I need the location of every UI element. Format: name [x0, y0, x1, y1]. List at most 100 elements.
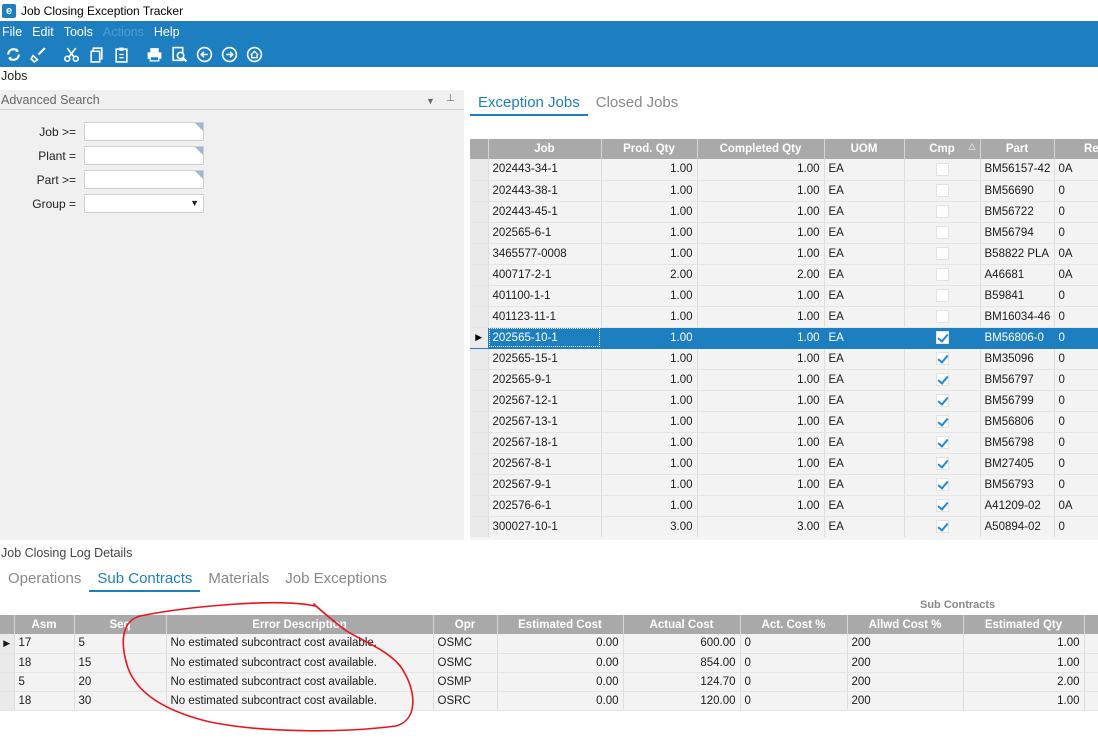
print-icon[interactable] [143, 44, 165, 66]
row-selector[interactable] [470, 411, 489, 433]
column-header-act-cost-pct[interactable]: Act. Cost % [740, 615, 848, 634]
cell-cmp[interactable] [904, 411, 981, 433]
cell-prod-qty[interactable]: 1.00 [601, 369, 698, 391]
cell-part[interactable]: BM56722 [980, 201, 1055, 223]
cell-overflow[interactable] [1084, 672, 1098, 692]
cell-completed-qty[interactable]: 1.00 [697, 411, 825, 433]
cell-cmp[interactable] [904, 201, 981, 223]
table-row[interactable]: 202443-45-1 1.00 1.00 EA BM56722 0 [470, 201, 1098, 223]
menu-tools[interactable]: Tools [64, 25, 93, 39]
back-icon[interactable] [193, 44, 215, 66]
cmp-checkbox[interactable] [935, 394, 949, 407]
cell-cmp[interactable] [904, 348, 981, 370]
cell-job[interactable]: 3465577-0008 [488, 243, 602, 265]
cell-overflow[interactable] [1084, 691, 1098, 711]
cell-opr[interactable]: OSMC [433, 634, 498, 654]
cell-completed-qty[interactable]: 3.00 [697, 516, 825, 537]
cell-completed-qty[interactable]: 1.00 [697, 495, 825, 517]
cell-rev[interactable]: 0 [1054, 453, 1098, 475]
row-selector[interactable] [470, 495, 489, 517]
cell-completed-qty[interactable]: 1.00 [697, 201, 825, 223]
cell-rev[interactable]: 0 [1054, 390, 1098, 412]
cell-part[interactable]: A41209-02 [980, 495, 1055, 517]
cell-completed-qty[interactable]: 1.00 [697, 327, 825, 349]
column-header-seq[interactable]: Seq [74, 615, 167, 634]
tab-job-exceptions[interactable]: Job Exceptions [277, 568, 395, 592]
cell-job[interactable]: 202576-6-1 [488, 495, 602, 517]
cell-job[interactable]: 300027-10-1 [488, 516, 602, 537]
cmp-checkbox[interactable] [935, 415, 949, 428]
cell-cmp[interactable] [904, 264, 981, 286]
row-selector[interactable] [470, 285, 489, 307]
table-row[interactable]: 202576-6-1 1.00 1.00 EA A41209-02 0A [470, 495, 1098, 517]
table-row[interactable]: 5 20 No estimated subcontract cost availab… [0, 672, 1098, 692]
row-selector[interactable] [470, 222, 489, 244]
cell-completed-qty[interactable]: 1.00 [697, 390, 825, 412]
row-selector[interactable] [470, 516, 489, 537]
cell-completed-qty[interactable]: 1.00 [697, 285, 825, 307]
row-selector[interactable]: ▶ [470, 327, 489, 349]
cell-job[interactable]: 202567-18-1 [488, 432, 602, 454]
table-row[interactable]: 401100-1-1 1.00 1.00 EA B59841 0 [470, 285, 1098, 307]
column-header-estimated-cost[interactable]: Estimated Cost [497, 615, 624, 634]
column-header-prod-qty[interactable]: Prod. Qty [601, 139, 698, 159]
job-search-input[interactable] [84, 122, 204, 141]
cell-error-description[interactable]: No estimated subcontract cost available. [166, 691, 434, 711]
cell-prod-qty[interactable]: 1.00 [601, 243, 698, 265]
refresh-icon[interactable] [2, 44, 24, 66]
cell-job[interactable]: 202567-9-1 [488, 474, 602, 496]
cell-completed-qty[interactable]: 1.00 [697, 369, 825, 391]
table-row[interactable]: 401123-11-1 1.00 1.00 EA BM16034-46 0 [470, 306, 1098, 328]
cell-cmp[interactable] [904, 180, 981, 202]
cell-completed-qty[interactable]: 2.00 [697, 264, 825, 286]
cell-cmp[interactable] [904, 222, 981, 244]
cell-completed-qty[interactable]: 1.00 [697, 222, 825, 244]
cell-rev[interactable]: 0 [1054, 285, 1098, 307]
column-header-uom[interactable]: UOM [824, 139, 905, 159]
cell-rev[interactable]: 0 [1054, 201, 1098, 223]
cut-icon[interactable] [60, 44, 82, 66]
column-header-asm[interactable]: Asm [14, 615, 75, 634]
table-row[interactable]: 3465577-0008 1.00 1.00 EA B58822 PLA 0A [470, 243, 1098, 265]
cell-rev[interactable]: 0 [1054, 306, 1098, 328]
menu-file[interactable]: File [2, 25, 22, 39]
cell-part[interactable]: BM35096 [980, 348, 1055, 370]
cell-job[interactable]: 401100-1-1 [488, 285, 602, 307]
table-row[interactable]: 202565-9-1 1.00 1.00 EA BM56797 0 [470, 369, 1098, 391]
cmp-checkbox[interactable] [935, 373, 949, 386]
table-row[interactable]: 202443-38-1 1.00 1.00 EA BM56690 0 [470, 180, 1098, 202]
cell-seq[interactable]: 15 [74, 653, 167, 673]
row-selector[interactable] [470, 390, 489, 412]
cell-rev[interactable]: 0 [1054, 516, 1098, 537]
cell-part[interactable]: A46681 [980, 264, 1055, 286]
cell-job[interactable]: 400717-2-1 [488, 264, 602, 286]
cell-allwd-cost-pct[interactable]: 200 [847, 634, 964, 654]
cell-prod-qty[interactable]: 1.00 [601, 474, 698, 496]
cell-job[interactable]: 202565-6-1 [488, 222, 602, 244]
cell-act-cost-pct[interactable]: 0 [740, 672, 848, 692]
cell-uom[interactable]: EA [824, 453, 905, 475]
cell-allwd-cost-pct[interactable]: 200 [847, 691, 964, 711]
cell-part[interactable]: BM56690 [980, 180, 1055, 202]
cell-job[interactable]: 202567-8-1 [488, 453, 602, 475]
cell-allwd-cost-pct[interactable]: 200 [847, 672, 964, 692]
cell-cmp[interactable] [904, 495, 981, 517]
cell-rev[interactable]: 0 [1054, 432, 1098, 454]
cell-rev[interactable]: 0A [1054, 495, 1098, 517]
cell-error-description[interactable]: No estimated subcontract cost available. [166, 653, 434, 673]
cell-uom[interactable]: EA [824, 516, 905, 537]
column-header-opr[interactable]: Opr [433, 615, 498, 634]
table-row[interactable]: 202567-13-1 1.00 1.00 EA BM56806 0 [470, 411, 1098, 433]
cell-act-cost-pct[interactable]: 0 [740, 634, 848, 654]
cmp-checkbox[interactable] [935, 520, 949, 533]
cell-prod-qty[interactable]: 1.00 [601, 495, 698, 517]
column-header-estimated-qty[interactable]: Estimated Qty [963, 615, 1085, 634]
cell-completed-qty[interactable]: 1.00 [697, 453, 825, 475]
cmp-checkbox[interactable] [935, 226, 949, 239]
cell-uom[interactable]: EA [824, 159, 905, 181]
row-selector[interactable] [470, 159, 489, 181]
cell-uom[interactable]: EA [824, 285, 905, 307]
cell-prod-qty[interactable]: 1.00 [601, 159, 698, 181]
cell-actual-cost[interactable]: 854.00 [623, 653, 741, 673]
table-row[interactable]: ▶ 17 5 No estimated subcontract cost availa… [0, 634, 1098, 654]
